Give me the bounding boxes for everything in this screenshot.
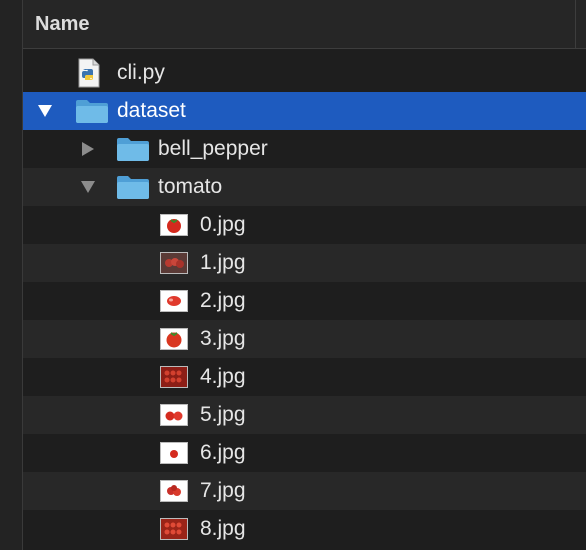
disclosure-triangle-expanded-icon[interactable] bbox=[78, 177, 98, 197]
file-name: 7.jpg bbox=[200, 479, 246, 502]
image-row-2-jpg[interactable]: 2.jpg bbox=[23, 282, 586, 320]
python-file-icon bbox=[75, 58, 103, 88]
image-thumbnail-icon bbox=[160, 480, 188, 502]
image-row-5-jpg[interactable]: 5.jpg bbox=[23, 396, 586, 434]
image-thumbnail-icon bbox=[160, 366, 188, 388]
disclosure-triangle-expanded-icon[interactable] bbox=[35, 101, 55, 121]
column-divider[interactable] bbox=[575, 0, 576, 48]
file-name: 1.jpg bbox=[200, 251, 246, 274]
image-row-8-jpg[interactable]: 8.jpg bbox=[23, 510, 586, 548]
image-row-0-jpg[interactable]: 0.jpg bbox=[23, 206, 586, 244]
folder-name: dataset bbox=[117, 99, 186, 122]
image-thumbnail-icon bbox=[160, 290, 188, 312]
file-name: cli.py bbox=[117, 61, 165, 84]
disclosure-triangle-collapsed-icon[interactable] bbox=[78, 139, 98, 159]
image-row-7-jpg[interactable]: 7.jpg bbox=[23, 472, 586, 510]
folder-row-bell-pepper[interactable]: bell_pepper bbox=[23, 130, 586, 168]
left-gutter bbox=[0, 0, 23, 550]
folder-row-dataset[interactable]: dataset bbox=[23, 92, 586, 130]
column-header: Name bbox=[23, 0, 586, 49]
file-name: 4.jpg bbox=[200, 365, 246, 388]
file-browser-window: Name cli.py dataset bell_pepper tomato 0… bbox=[0, 0, 586, 550]
file-row-cli-py[interactable]: cli.py bbox=[23, 54, 586, 92]
folder-name: tomato bbox=[158, 175, 223, 198]
folder-icon bbox=[116, 174, 150, 200]
image-row-3-jpg[interactable]: 3.jpg bbox=[23, 320, 586, 358]
name-column-header[interactable]: Name bbox=[23, 13, 575, 36]
file-name: 0.jpg bbox=[200, 213, 246, 236]
file-name: 2.jpg bbox=[200, 289, 246, 312]
image-thumbnail-icon bbox=[160, 518, 188, 540]
image-thumbnail-icon bbox=[160, 214, 188, 236]
file-name: 5.jpg bbox=[200, 403, 246, 426]
file-name: 6.jpg bbox=[200, 441, 246, 464]
image-thumbnail-icon bbox=[160, 328, 188, 350]
file-list: cli.py dataset bell_pepper tomato 0.jpg … bbox=[23, 54, 586, 548]
image-thumbnail-icon bbox=[160, 404, 188, 426]
folder-icon bbox=[116, 136, 150, 162]
image-thumbnail-icon bbox=[160, 252, 188, 274]
file-name: 8.jpg bbox=[200, 517, 246, 540]
file-name: 3.jpg bbox=[200, 327, 246, 350]
image-row-6-jpg[interactable]: 6.jpg bbox=[23, 434, 586, 472]
image-row-1-jpg[interactable]: 1.jpg bbox=[23, 244, 586, 282]
image-row-4-jpg[interactable]: 4.jpg bbox=[23, 358, 586, 396]
folder-icon bbox=[75, 98, 109, 124]
folder-row-tomato[interactable]: tomato bbox=[23, 168, 586, 206]
folder-name: bell_pepper bbox=[158, 137, 268, 160]
image-thumbnail-icon bbox=[160, 442, 188, 464]
